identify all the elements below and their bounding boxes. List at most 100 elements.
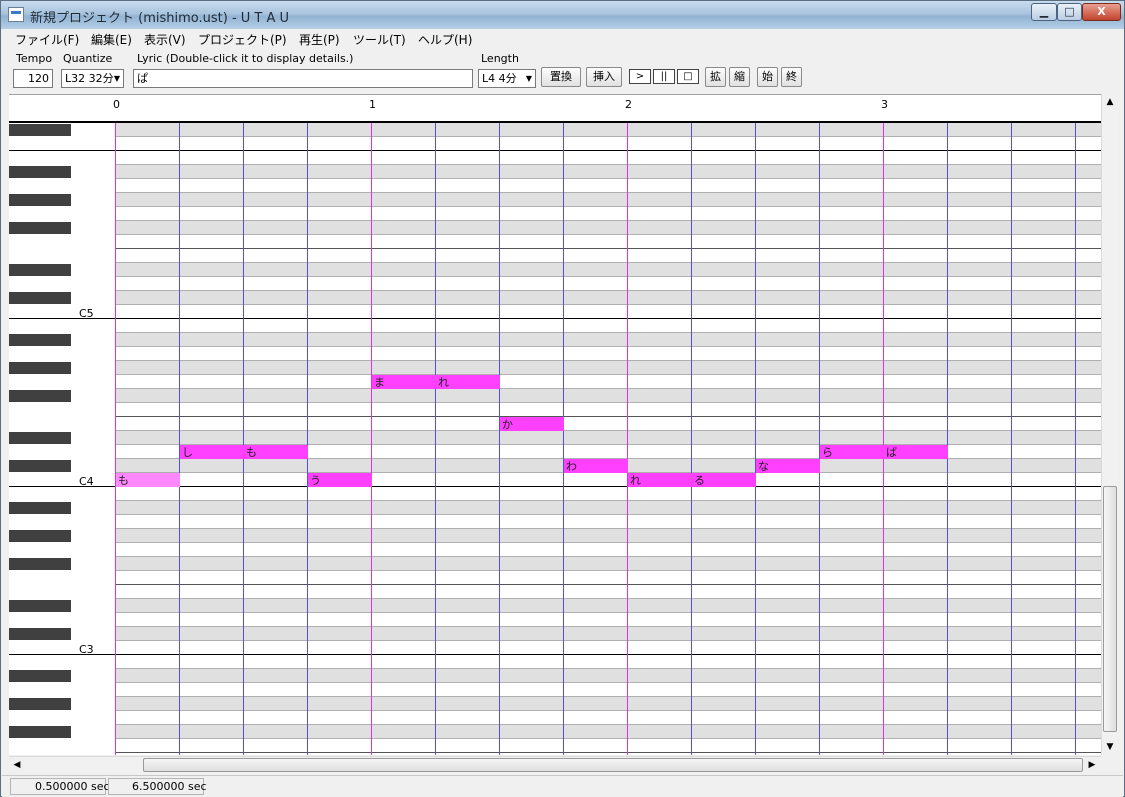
scroll-left-icon[interactable]: ◀: [9, 757, 25, 773]
piano-black-key[interactable]: [9, 390, 71, 402]
piano-black-key[interactable]: [9, 124, 71, 136]
stop-button[interactable]: □: [677, 69, 699, 84]
grid-row[interactable]: [116, 305, 1101, 319]
grid-row[interactable]: [116, 431, 1101, 445]
grid-row[interactable]: [116, 529, 1101, 543]
piano-black-key[interactable]: [9, 222, 71, 234]
grid-row[interactable]: [116, 375, 1101, 389]
menu-tools[interactable]: ツール(T): [353, 31, 406, 48]
vertical-scrollbar[interactable]: ▲ ▼: [1101, 94, 1118, 755]
vertical-scroll-thumb[interactable]: [1103, 486, 1117, 732]
close-button[interactable]: X: [1082, 3, 1121, 21]
horizontal-scrollbar[interactable]: ◀ ▶: [9, 756, 1101, 773]
grid-row[interactable]: [116, 235, 1101, 249]
lyric-input[interactable]: ぱ: [133, 69, 473, 88]
menu-project[interactable]: プロジェクト(P): [198, 31, 287, 48]
grid-row[interactable]: [116, 473, 1101, 487]
note-lyric[interactable]: わ: [566, 460, 577, 473]
grid-row[interactable]: [116, 683, 1101, 697]
grid-row[interactable]: [116, 711, 1101, 725]
piano-black-key[interactable]: [9, 502, 71, 514]
grid-row[interactable]: [116, 151, 1101, 165]
piano-black-key[interactable]: [9, 530, 71, 542]
grid-row[interactable]: [116, 543, 1101, 557]
note-lyric[interactable]: う: [310, 474, 321, 487]
note-lyric[interactable]: も: [118, 474, 129, 487]
grid-row[interactable]: [116, 487, 1101, 501]
scroll-right-icon[interactable]: ▶: [1084, 757, 1100, 773]
grid-row[interactable]: [116, 599, 1101, 613]
note-lyric[interactable]: れ: [630, 474, 641, 487]
piano-black-key[interactable]: [9, 292, 71, 304]
grid-row[interactable]: [116, 361, 1101, 375]
grid-row[interactable]: [116, 263, 1101, 277]
go-start-button[interactable]: 始: [757, 67, 778, 87]
piano-black-key[interactable]: [9, 670, 71, 682]
grid-row[interactable]: [116, 641, 1101, 655]
grid-row[interactable]: [116, 627, 1101, 641]
scroll-down-icon[interactable]: ▼: [1102, 739, 1118, 755]
quantize-select[interactable]: L32 32分 ▼: [61, 69, 124, 88]
grid-row[interactable]: [116, 585, 1101, 599]
grid-row[interactable]: [116, 725, 1101, 739]
piano-black-key[interactable]: [9, 628, 71, 640]
piano-black-key[interactable]: [9, 558, 71, 570]
grid-row[interactable]: [116, 277, 1101, 291]
grid-row[interactable]: [116, 179, 1101, 193]
zoom-in-button[interactable]: 拡: [705, 67, 726, 87]
grid-row[interactable]: [116, 333, 1101, 347]
grid-row[interactable]: [116, 557, 1101, 571]
menu-playback[interactable]: 再生(P): [299, 31, 340, 48]
note-lyric[interactable]: も: [246, 446, 257, 459]
pause-button[interactable]: ||: [653, 69, 675, 84]
note-lyric[interactable]: れ: [438, 376, 449, 389]
piano-black-key[interactable]: [9, 600, 71, 612]
piano-black-key[interactable]: [9, 362, 71, 374]
note-lyric[interactable]: る: [694, 474, 705, 487]
grid-row[interactable]: [116, 655, 1101, 669]
grid-row[interactable]: [116, 347, 1101, 361]
horizontal-scroll-thumb[interactable]: [143, 758, 1083, 772]
piano-roll-canvas[interactable]: C5C4C3C2もしもうまれかわれるならば: [9, 122, 1101, 755]
grid-row[interactable]: [116, 515, 1101, 529]
grid-row[interactable]: [116, 403, 1101, 417]
grid-row[interactable]: [116, 669, 1101, 683]
maximize-button[interactable]: □: [1057, 3, 1082, 21]
piano-black-key[interactable]: [9, 460, 71, 472]
piano-roll[interactable]: C5C4C3C2もしもうまれかわれるならば: [9, 122, 1101, 755]
scroll-up-icon[interactable]: ▲: [1102, 94, 1118, 110]
grid-row[interactable]: [116, 571, 1101, 585]
grid-row[interactable]: [116, 753, 1101, 755]
grid-row[interactable]: [116, 165, 1101, 179]
grid-row[interactable]: [116, 137, 1101, 151]
grid-row[interactable]: [116, 249, 1101, 263]
grid-row[interactable]: [116, 319, 1101, 333]
title-bar[interactable]: 新規プロジェクト (mishimo.ust) - U T A U ▁ □ X: [1, 1, 1124, 29]
note-lyric[interactable]: ま: [374, 376, 385, 389]
minimize-button[interactable]: ▁: [1031, 3, 1057, 21]
go-end-button[interactable]: 終: [781, 67, 802, 87]
piano-black-key[interactable]: [9, 698, 71, 710]
menu-edit[interactable]: 編集(E): [91, 31, 132, 48]
grid-row[interactable]: [116, 697, 1101, 711]
grid-row[interactable]: [116, 207, 1101, 221]
grid-row[interactable]: [116, 389, 1101, 403]
grid-row[interactable]: [116, 417, 1101, 431]
insert-button[interactable]: 挿入: [586, 67, 622, 87]
tempo-input[interactable]: 120: [13, 69, 53, 88]
grid-row[interactable]: [116, 739, 1101, 753]
piano-black-key[interactable]: [9, 194, 71, 206]
grid-row[interactable]: [116, 501, 1101, 515]
note-lyric[interactable]: か: [502, 418, 513, 431]
piano-black-key[interactable]: [9, 264, 71, 276]
measure-ruler[interactable]: 0 1 2 3: [9, 94, 1101, 122]
note-lyric[interactable]: ば: [886, 446, 897, 459]
grid-row[interactable]: [116, 123, 1101, 137]
replace-button[interactable]: 置換: [541, 67, 581, 87]
note-lyric[interactable]: な: [758, 460, 769, 473]
length-select[interactable]: L4 4分 ▼: [478, 69, 536, 88]
note-lyric[interactable]: し: [182, 446, 193, 459]
grid-row[interactable]: [116, 193, 1101, 207]
note-lyric[interactable]: ら: [822, 446, 833, 459]
menu-help[interactable]: ヘルプ(H): [418, 31, 472, 48]
